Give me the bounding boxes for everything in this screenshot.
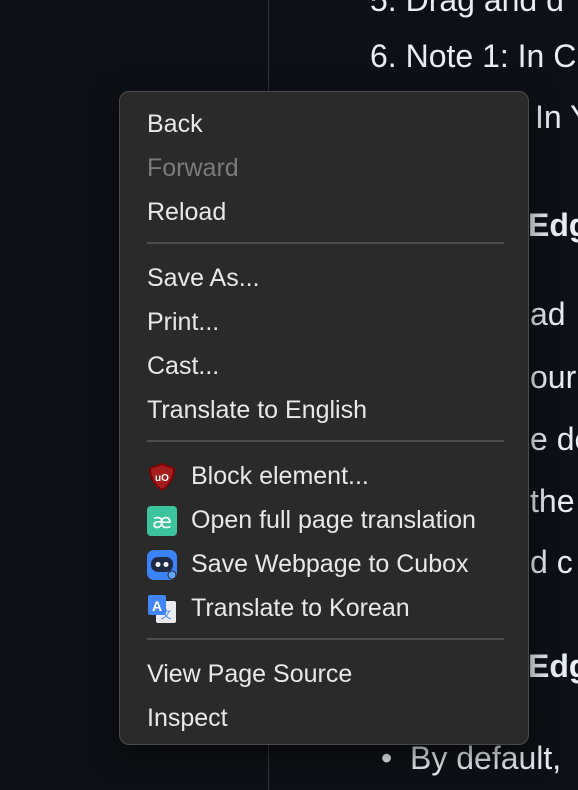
menu-item-inspect[interactable]: Inspect	[147, 702, 228, 734]
menu-item-label: Translate to Korean	[191, 594, 410, 622]
page-heading-1: Edg	[528, 207, 578, 243]
menu-item-save-as[interactable]: Save As...	[147, 262, 260, 294]
page-para-line-4: the	[530, 483, 575, 519]
page-para-line-3: e de	[530, 421, 578, 457]
page-line-step6b: In Y	[535, 99, 578, 135]
bullet-dot: •	[381, 740, 410, 776]
menu-item-forward: Forward	[147, 154, 239, 182]
menu-item-view-source[interactable]: View Page Source	[147, 658, 352, 690]
svg-text:æ: æ	[152, 509, 172, 533]
page-line-step5: 5. Drag and d	[370, 0, 564, 18]
menu-separator	[147, 638, 504, 640]
menu-separator	[147, 242, 504, 244]
context-menu: Back Forward Reload Save As... Print... …	[119, 91, 529, 745]
page-bullet-text: By default,	[409, 740, 562, 776]
page-heading-2: Edg	[528, 648, 578, 684]
cubox-icon	[147, 550, 177, 580]
svg-text:uO: uO	[155, 473, 169, 484]
menu-item-label: Open full page translation	[191, 506, 476, 534]
svg-text:A: A	[152, 598, 162, 614]
menu-item-back[interactable]: Back	[147, 108, 203, 140]
page-para-line-1: ad	[530, 296, 566, 332]
page-line-step6: 6. Note 1: In C	[370, 38, 577, 74]
menu-item-cast[interactable]: Cast...	[147, 350, 219, 382]
google-translate-icon: 文 A	[147, 594, 177, 624]
page-para-line-2: our	[530, 359, 577, 395]
menu-separator	[147, 440, 504, 442]
menu-item-label: Save Webpage to Cubox	[191, 550, 469, 578]
menu-item-label: Block element...	[191, 462, 369, 490]
menu-item-reload[interactable]: Reload	[147, 196, 226, 228]
ublock-shield-icon: uO	[147, 462, 177, 492]
page-para-line-5: d c	[530, 544, 573, 580]
page-bullet: • By default,	[381, 740, 561, 777]
menu-item-print[interactable]: Print...	[147, 306, 219, 338]
ae-translation-icon: æ	[147, 506, 177, 536]
menu-item-translate-english[interactable]: Translate to English	[147, 394, 367, 426]
